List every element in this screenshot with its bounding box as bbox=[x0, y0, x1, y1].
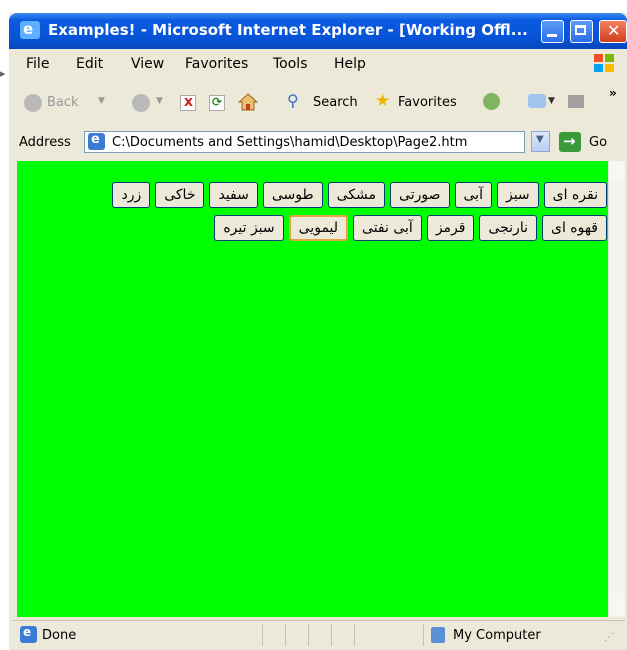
color-button-pink[interactable]: صورتی bbox=[390, 182, 450, 208]
mail-dropdown-icon[interactable]: ▼ bbox=[548, 96, 555, 106]
menu-view[interactable]: View bbox=[131, 56, 164, 72]
minimize-icon bbox=[547, 34, 557, 37]
windows-logo-icon bbox=[594, 54, 614, 72]
color-button-panel: نقره ای سبز آبی صورتی مشکی طوسی سفید خاک… bbox=[33, 182, 607, 248]
status-divider bbox=[423, 624, 424, 646]
color-button-red[interactable]: قرمز bbox=[426, 215, 475, 241]
minimize-button[interactable] bbox=[541, 20, 564, 43]
color-button-yellow[interactable]: زرد bbox=[112, 182, 151, 208]
favorites-button[interactable]: Favorites bbox=[398, 95, 457, 110]
color-button-green[interactable]: سبز bbox=[496, 182, 539, 208]
color-button-white[interactable]: سفید bbox=[209, 182, 258, 208]
color-button-orange[interactable]: نارنجی bbox=[479, 215, 537, 241]
back-dropdown-icon[interactable]: ▼ bbox=[98, 96, 105, 106]
close-button[interactable]: ✕ bbox=[599, 20, 627, 43]
button-row-1: نقره ای سبز آبی صورتی مشکی طوسی سفید خاک… bbox=[33, 182, 607, 208]
button-row-2: قهوه ای نارنجی قرمز آبی نفتی لیمویی سبز … bbox=[33, 215, 607, 241]
maximize-button[interactable] bbox=[570, 20, 593, 43]
page-done-icon: e bbox=[20, 625, 37, 643]
menu-favorites[interactable]: Favorites bbox=[185, 56, 248, 72]
color-button-dark-green[interactable]: سبز تیره bbox=[214, 215, 284, 241]
color-button-navy[interactable]: آبی نفتی bbox=[353, 215, 422, 241]
color-button-blue[interactable]: آبی bbox=[454, 182, 492, 208]
chevron-down-icon: ▼ bbox=[536, 134, 544, 145]
resize-grip-icon[interactable]: ⋰ bbox=[604, 632, 614, 643]
pointer-arrow-icon: ▸ bbox=[0, 67, 6, 80]
status-text: Done bbox=[42, 628, 77, 643]
stop-icon[interactable]: x bbox=[180, 94, 196, 111]
color-button-gray[interactable]: طوسی bbox=[262, 182, 323, 208]
scroll-up-button[interactable] bbox=[610, 162, 625, 179]
refresh-icon[interactable]: ⟳ bbox=[209, 95, 225, 111]
vertical-scrollbar[interactable] bbox=[608, 161, 625, 617]
color-button-brown[interactable]: قهوه ای bbox=[541, 215, 607, 241]
status-divider bbox=[354, 624, 355, 646]
menu-edit[interactable]: Edit bbox=[76, 56, 103, 72]
my-computer-icon bbox=[431, 627, 445, 643]
address-label: Address bbox=[19, 135, 71, 150]
status-divider bbox=[308, 624, 309, 646]
window-title: Examples! - Microsoft Internet Explorer … bbox=[48, 21, 528, 39]
history-icon[interactable] bbox=[483, 93, 500, 110]
close-icon: ✕ bbox=[607, 21, 621, 40]
menu-help[interactable]: Help bbox=[334, 56, 366, 72]
menu-file[interactable]: File bbox=[26, 56, 49, 72]
address-url[interactable]: C:\Documents and Settings\hamid\Desktop\… bbox=[112, 135, 467, 150]
forward-icon[interactable] bbox=[132, 94, 150, 112]
color-button-lime[interactable]: لیمویی bbox=[288, 215, 349, 241]
mail-icon[interactable] bbox=[528, 94, 546, 108]
forward-dropdown-icon[interactable]: ▼ bbox=[156, 96, 163, 106]
color-button-black[interactable]: مشکی bbox=[327, 182, 386, 208]
home-icon[interactable] bbox=[238, 93, 258, 111]
color-button-khaki[interactable]: خاکی bbox=[155, 182, 205, 208]
go-button[interactable]: Go bbox=[589, 135, 607, 150]
back-icon[interactable] bbox=[24, 94, 42, 112]
page-icon: e bbox=[88, 132, 105, 150]
status-divider bbox=[285, 624, 286, 646]
scroll-down-button[interactable] bbox=[610, 599, 625, 616]
favorites-icon[interactable]: ★ bbox=[375, 91, 390, 111]
search-button[interactable]: Search bbox=[313, 95, 358, 110]
go-arrow-icon[interactable]: → bbox=[559, 132, 581, 152]
status-divider bbox=[262, 624, 263, 646]
menu-bar bbox=[13, 53, 625, 77]
search-icon[interactable]: ⚲ bbox=[287, 91, 299, 110]
back-button[interactable]: Back bbox=[47, 95, 79, 110]
ie-logo-icon: e bbox=[20, 20, 40, 39]
toolbar-overflow-icon[interactable]: » bbox=[609, 86, 617, 100]
print-icon[interactable] bbox=[568, 95, 584, 108]
color-button-silver[interactable]: نقره ای bbox=[543, 182, 607, 208]
maximize-icon bbox=[575, 25, 586, 35]
address-dropdown-button[interactable]: ▼ bbox=[531, 131, 550, 152]
security-zone: My Computer bbox=[453, 628, 541, 643]
status-divider bbox=[331, 624, 332, 646]
menu-tools[interactable]: Tools bbox=[273, 56, 308, 72]
